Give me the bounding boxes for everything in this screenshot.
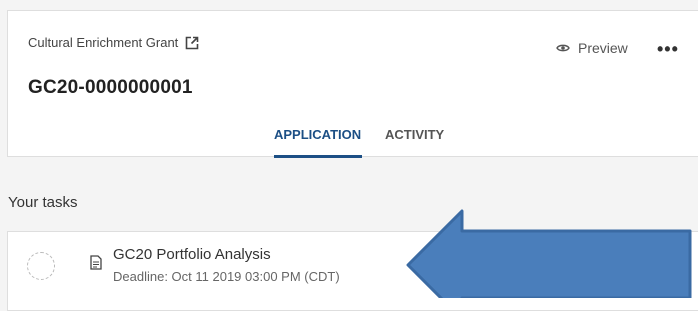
section-title-your-tasks: Your tasks: [8, 194, 78, 211]
active-tab-indicator: [274, 155, 362, 158]
tab-application[interactable]: APPLICATION: [274, 127, 361, 142]
grant-title[interactable]: Cultural Enrichment Grant: [28, 35, 199, 50]
task-name: GC20 Portfolio Analysis: [113, 246, 271, 263]
eye-icon: [556, 40, 570, 56]
preview-label: Preview: [578, 40, 628, 56]
preview-button[interactable]: Preview: [556, 40, 628, 56]
more-icon[interactable]: •••: [657, 39, 679, 60]
grant-title-text: Cultural Enrichment Grant: [28, 35, 179, 50]
application-id: GC20-0000000001: [28, 77, 193, 98]
external-link-icon[interactable]: [185, 36, 199, 50]
task-status-icon: [27, 252, 55, 280]
arrow-annotation: [406, 209, 692, 298]
application-header: Cultural Enrichment Grant GC20-000000000…: [7, 10, 698, 158]
tab-activity[interactable]: ACTIVITY: [385, 127, 444, 142]
task-deadline: Deadline: Oct 11 2019 03:00 PM (CDT): [113, 269, 340, 284]
document-icon: [90, 255, 102, 275]
